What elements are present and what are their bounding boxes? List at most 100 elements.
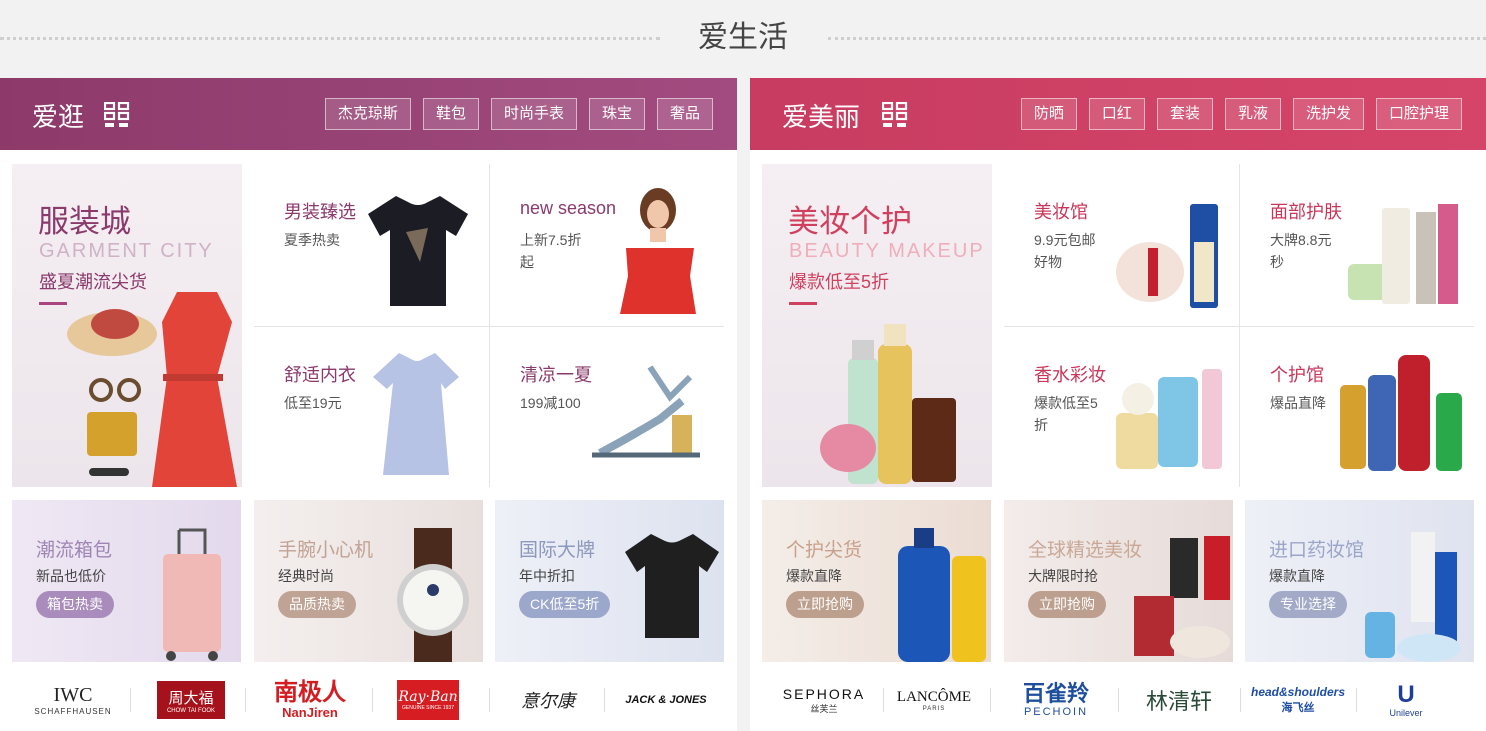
logo-sub: SCHAFFHAUSEN <box>34 707 112 716</box>
promo-bags[interactable]: 潮流箱包 新品也低价 箱包热卖 <box>12 500 241 662</box>
hero-subtitle: GARMENT CITY <box>39 240 214 262</box>
tag-shoes-bags[interactable]: 鞋包 <box>422 98 479 130</box>
brand-logo-forest-cabin[interactable]: 林清轩 <box>1134 670 1224 730</box>
sandal-image <box>592 365 700 458</box>
promo-button[interactable]: 品质热卖 <box>278 591 356 618</box>
promo-personal-care[interactable]: 个护尖货 爆款直降 立即抢购 <box>762 500 991 662</box>
logo-separator <box>1240 688 1241 712</box>
logo-text: 百雀羚 <box>1022 681 1089 706</box>
cell-personal-care[interactable]: 个护馆 爆品直降 <box>1240 327 1475 489</box>
cell-title: 个护馆 <box>1270 365 1324 385</box>
ctf-logo-box: 周大福 CHOW TAI FOOK <box>157 681 225 719</box>
promo-watch[interactable]: 手腕小心机 经典时尚 品质热卖 <box>254 500 483 662</box>
tag-set[interactable]: 套装 <box>1156 98 1213 130</box>
tag-jewelry[interactable]: 珠宝 <box>588 98 645 130</box>
cell-title: new season <box>520 198 617 218</box>
logo-separator <box>245 688 246 712</box>
brand-logo-unilever[interactable]: U Unilever <box>1376 670 1436 730</box>
brand-logo-pechoin[interactable]: 百雀羚 PECHOIN <box>1010 670 1102 730</box>
brand-logo-head-shoulders[interactable]: head&shoulders 海飞丝 <box>1251 670 1345 730</box>
shampoo-bottles-image <box>1340 355 1462 471</box>
nightdress-image <box>373 353 459 475</box>
promo-global-beauty[interactable]: 全球精选美妆 大牌限时抢 立即抢购 <box>1004 500 1233 662</box>
promo-intl-brand[interactable]: 国际大牌 年中折扣 CK低至5折 <box>495 500 724 662</box>
cell-desc: 上新7.5折起 <box>520 232 582 270</box>
logo-sub: PECHOIN <box>1023 706 1089 718</box>
promo-button[interactable]: 立即抢购 <box>786 591 864 618</box>
logo-separator <box>1356 688 1357 712</box>
logo-separator <box>489 688 490 712</box>
promo-button[interactable]: 箱包热卖 <box>36 591 114 618</box>
promo-title: 手腕小心机 <box>278 540 374 561</box>
tag-oral-care[interactable]: 口腔护理 <box>1375 98 1462 130</box>
promo-title: 国际大牌 <box>519 540 596 561</box>
tag-lotion[interactable]: 乳液 <box>1224 98 1281 130</box>
hero-desc: 爆款低至5折 <box>789 272 890 292</box>
cell-desc: 爆款低至5折 <box>1034 395 1098 433</box>
brand-logo-lancome[interactable]: LANCÔME PARIS <box>896 670 972 730</box>
logo-text: U <box>1397 681 1415 708</box>
logo-text: 周大福 <box>168 689 214 707</box>
promo-title: 全球精选美妆 <box>1028 540 1143 561</box>
category-grid-icon[interactable] <box>104 102 130 128</box>
tag-hair-care[interactable]: 洗护发 <box>1292 98 1364 130</box>
promo-button[interactable]: CK低至5折 <box>519 591 611 618</box>
logo-text: IWC <box>53 684 93 706</box>
promo-desc: 新品也低价 <box>36 568 106 584</box>
tag-jack-jones[interactable]: 杰克琼斯 <box>324 98 411 130</box>
tag-sunscreen[interactable]: 防晒 <box>1020 98 1077 130</box>
cell-makeup-hall[interactable]: 美妆馆 9.9元包邮好物 <box>1004 164 1239 326</box>
beauty-set-image <box>1134 536 1230 658</box>
cell-desc: 低至19元 <box>284 395 342 411</box>
tag-luxury[interactable]: 奢品 <box>656 98 713 130</box>
logo-separator <box>372 688 373 712</box>
promo-title: 个护尖货 <box>786 540 863 561</box>
dotted-divider-right <box>828 37 1486 40</box>
brand-logo-jack-jones[interactable]: JACK & JONES <box>618 670 714 730</box>
tag-lipstick[interactable]: 口红 <box>1088 98 1145 130</box>
brand-logo-iwc[interactable]: IWC SCHAFFHAUSEN <box>28 670 118 730</box>
hero-garment-city[interactable]: 服装城 GARMENT CITY 盛夏潮流尖货 <box>12 164 242 487</box>
promo-desc: 经典时尚 <box>278 568 334 584</box>
tag-fashion-watch[interactable]: 时尚手表 <box>490 98 577 130</box>
panel-name: 爱美丽 <box>782 102 861 132</box>
logo-text: LANCÔME <box>896 688 972 705</box>
cell-desc: 199减100 <box>520 395 581 411</box>
logo-sub: GENUINE SINCE 1937 <box>402 705 454 711</box>
brand-logo-yierkang[interactable]: 意尔康 <box>506 670 590 730</box>
logo-separator <box>883 688 884 712</box>
cell-mens-wear[interactable]: 男装臻选 夏季热卖 <box>254 164 489 326</box>
cell-skincare[interactable]: 面部护肤 大牌8.8元秒 <box>1240 164 1475 326</box>
logo-text: 意尔康 <box>521 691 575 712</box>
cell-desc: 夏季热卖 <box>284 232 340 248</box>
cell-title: 男装臻选 <box>284 202 356 222</box>
promo-imported-pharmacy[interactable]: 进口药妆馆 爆款直降 专业选择 <box>1245 500 1474 662</box>
tag-list: 杰克琼斯 鞋包 时尚手表 珠宝 奢品 <box>324 98 713 130</box>
section-title-row: 爱生活 <box>0 0 1486 70</box>
brand-logo-nanjiren[interactable]: 南极人 NanJiren <box>264 670 356 730</box>
cell-summer[interactable]: 清凉一夏 199减100 <box>490 327 725 489</box>
logo-sub: 丝芙兰 <box>810 703 838 714</box>
promo-button[interactable]: 立即抢购 <box>1028 591 1106 618</box>
hero-beauty-makeup[interactable]: 美妆个护 BEAUTY MAKEUP 爆款低至5折 <box>762 164 992 487</box>
logo-separator <box>604 688 605 712</box>
logo-text: Ray·Ban <box>398 689 458 705</box>
category-grid-icon[interactable] <box>882 102 908 128</box>
cell-underwear[interactable]: 舒适内衣 低至19元 <box>254 327 489 489</box>
model-red-dress-image <box>620 188 696 314</box>
tag-list: 防晒 口红 套装 乳液 洗护发 口腔护理 <box>1020 98 1462 130</box>
panel-ai-mei-li: 爱美丽 防晒 口红 套装 乳液 洗护发 口腔护理 美妆个护 BEAUTY MAK… <box>750 78 1486 731</box>
hero-title: 美妆个护 <box>788 204 912 239</box>
logo-sub: PARIS <box>922 705 946 712</box>
brand-logo-rayban[interactable]: Ray·Ban GENUINE SINCE 1937 <box>396 670 460 730</box>
section-title: 爱生活 <box>698 21 788 54</box>
cell-new-season[interactable]: new season 上新7.5折起 <box>490 164 725 326</box>
promo-button[interactable]: 专业选择 <box>1269 591 1347 618</box>
tshirt-image <box>368 196 468 306</box>
cell-desc: 大牌8.8元秒 <box>1270 232 1332 270</box>
brand-logo-chow-tai-fook[interactable]: 周大福 CHOW TAI FOOK <box>156 670 226 730</box>
brand-logo-sephora[interactable]: SEPHORA 丝芙兰 <box>778 670 870 730</box>
logo-text: SEPHORA <box>782 685 866 702</box>
logo-sub: 海飞丝 <box>1281 702 1315 714</box>
cell-perfume[interactable]: 香水彩妆 爆款低至5折 <box>1004 327 1239 489</box>
